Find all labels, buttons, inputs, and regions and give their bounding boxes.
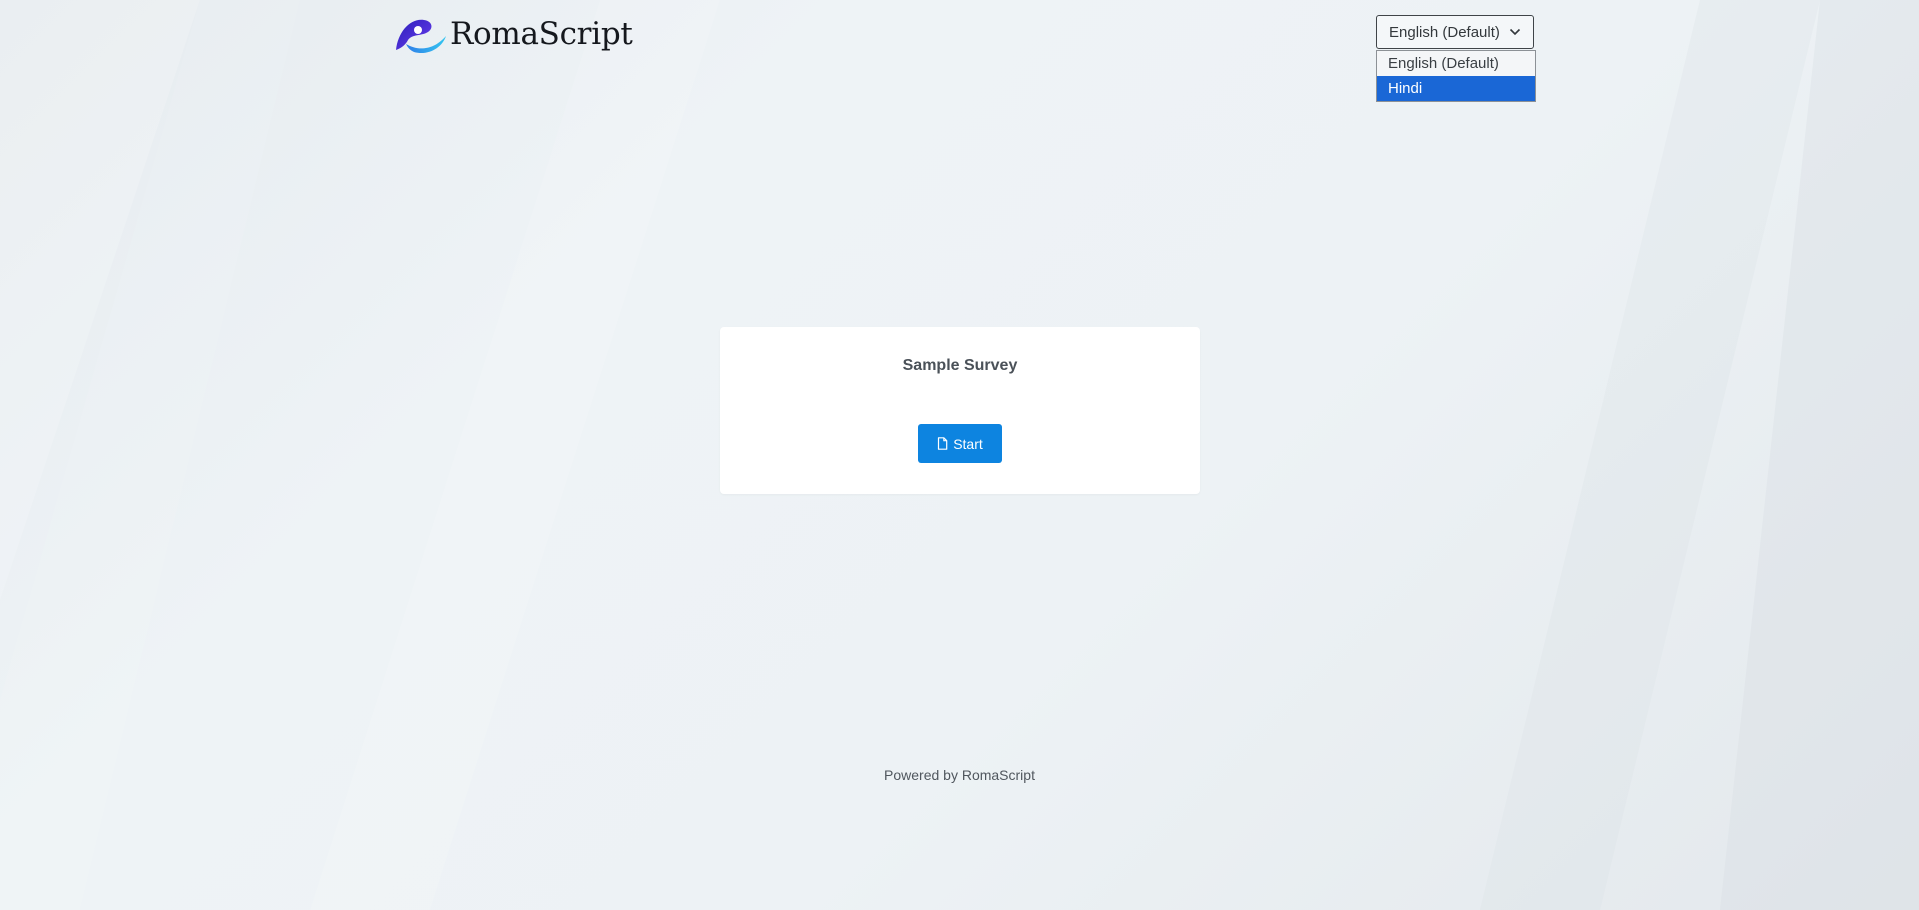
swoosh-logo-icon xyxy=(396,19,446,54)
brand-name: RomaScript xyxy=(450,16,633,52)
language-option-hindi[interactable]: Hindi xyxy=(1377,76,1535,101)
start-button-label: Start xyxy=(953,435,983,452)
powered-by-footer: Powered by RomaScript xyxy=(884,767,1035,783)
language-selected-value: English (Default) xyxy=(1389,23,1500,41)
language-option-english[interactable]: English (Default) xyxy=(1377,51,1535,76)
brand-logo[interactable]: RomaScript xyxy=(392,14,633,54)
chevron-down-icon xyxy=(1509,28,1521,36)
start-button[interactable]: Start xyxy=(918,424,1002,463)
survey-card: Sample Survey Start xyxy=(720,327,1200,494)
language-select[interactable]: English (Default) xyxy=(1376,15,1534,49)
language-dropdown-menu: English (Default) Hindi xyxy=(1376,50,1536,102)
survey-title: Sample Survey xyxy=(902,357,1018,374)
document-icon xyxy=(938,437,948,450)
